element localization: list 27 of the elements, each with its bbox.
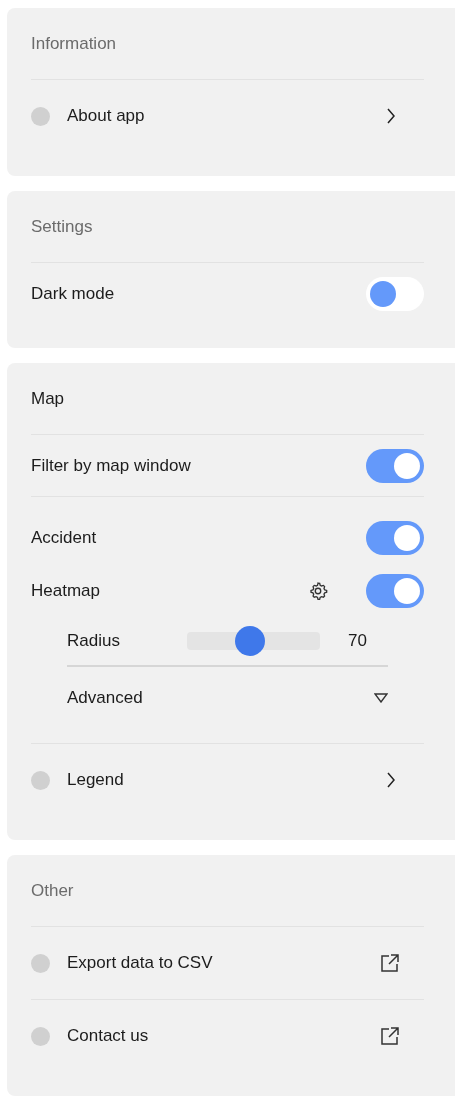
row-label[interactable]: Contact us (67, 1023, 149, 1049)
row-label[interactable]: About app (67, 103, 145, 129)
toggle-switch[interactable] (366, 573, 424, 608)
section-title: Map (31, 387, 65, 410)
external-link-icon[interactable] (380, 953, 400, 973)
toggle-switch[interactable] (366, 520, 424, 555)
section-title: Settings (31, 215, 93, 238)
row-label: Heatmap (31, 579, 100, 602)
slider[interactable] (187, 626, 320, 656)
row-label[interactable]: Export data to CSV (67, 950, 213, 976)
dropdown-label[interactable]: Advanced (67, 685, 143, 711)
row-label: Filter by map window (31, 454, 191, 477)
chevron-right-icon[interactable] (386, 108, 396, 124)
slider-label: Radius (67, 630, 121, 653)
section-title: Information (31, 32, 117, 55)
row-label: Dark mode (31, 282, 115, 305)
caret-down-icon[interactable] (374, 693, 388, 703)
slider-value: 70 (348, 630, 367, 653)
toggle-switch[interactable] (366, 448, 424, 483)
section-title: Other (31, 879, 74, 902)
slider-thumb[interactable] (235, 626, 266, 656)
toggle-switch[interactable] (366, 276, 424, 311)
chevron-right-icon[interactable] (386, 772, 396, 788)
row-label: Accident (31, 526, 97, 549)
external-link-icon[interactable] (380, 1026, 400, 1046)
row-label[interactable]: Legend (67, 767, 124, 793)
settings-icon[interactable] (308, 580, 328, 601)
